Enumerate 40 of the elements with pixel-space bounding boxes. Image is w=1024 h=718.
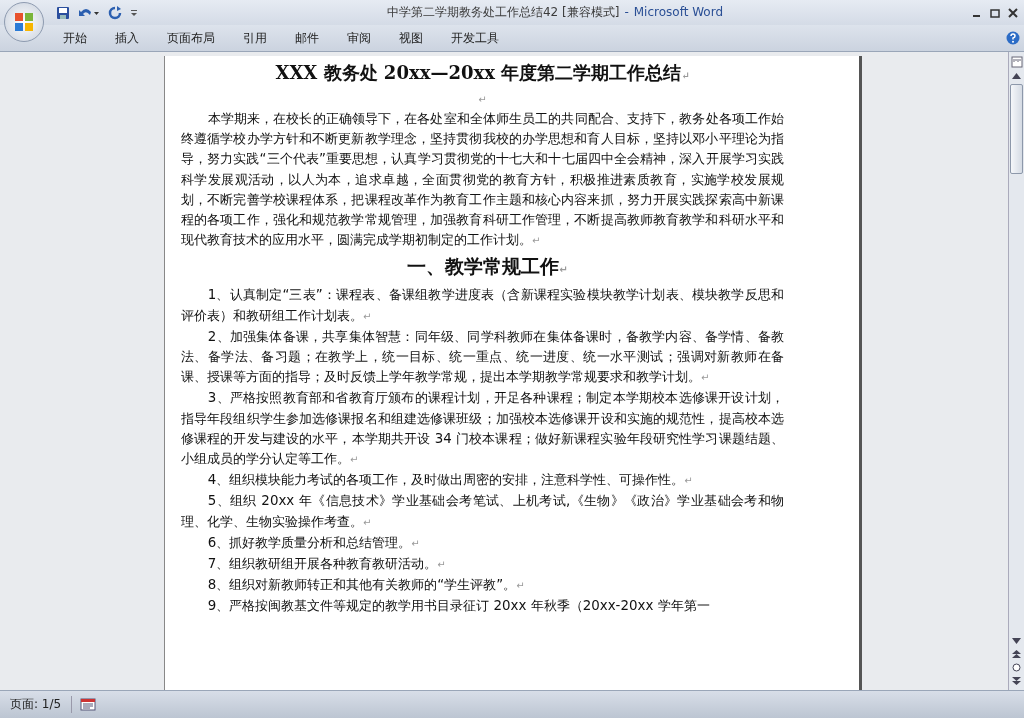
customize-icon[interactable]: [130, 8, 138, 17]
body-paragraph: 1、认真制定“三表”：课程表、备课组教学进度表（含新课程实验模块教学计划表、模块教学反思和评价表）和教研组工作计划表。↵: [181, 286, 784, 325]
redo-icon[interactable]: [108, 5, 122, 20]
ribbon-tab[interactable]: 插入: [104, 29, 150, 47]
office-logo-icon: [13, 11, 35, 33]
body-paragraph: 7、组织教研组开展各种教育教研活动。↵: [206, 555, 447, 574]
previous-page-icon[interactable]: [1012, 649, 1021, 658]
page-count[interactable]: 页面: 1/5: [0, 696, 73, 713]
ribbon-tab[interactable]: 开发工具: [440, 29, 510, 47]
ruler-icon[interactable]: [1010, 56, 1023, 68]
body-paragraph: 3、严格按照教育部和省教育厅颁布的课程计划，开足各种课程；制定本学期校本选修课开设计划，指导年段组织学生参加选修课报名和组建选修课班级；加强校本选修课开设和实施的规范性，提高校本选修课程的开发与建设的水平，本学期共开设 34 门校本课程；做好新课程实验年段研究性学习课题结题、小组成员的学分认定等工作。↵: [181, 389, 784, 469]
browse-object-icon[interactable]: [1012, 663, 1021, 672]
save-icon[interactable]: [56, 5, 70, 20]
office-button[interactable]: [4, 2, 44, 42]
body-paragraph: 6、抓好教学质量分析和总结管理。↵: [206, 533, 421, 552]
ribbon-tab[interactable]: 视图: [388, 29, 434, 47]
paragraph-mark: ↵: [478, 94, 487, 105]
body-paragraph: 5、组织 20xx 年《信息技术》学业基础会考笔试、上机考试,《生物》《政治》学业基础会考和物理、化学、生物实验操作考查。↵: [181, 492, 784, 531]
scroll-thumb[interactable]: [1010, 84, 1023, 174]
close-icon[interactable]: [1008, 7, 1018, 18]
window-title: 中学第二学期教务处工作总结42 [兼容模式] - Microsoft Word: [385, 4, 725, 21]
ribbon-tab[interactable]: 邮件: [284, 29, 330, 47]
body-paragraph: 2、加强集体备课，共享集体智慧：同年级、同学科教师在集体备课时，备教学内容、备学情、备教法、备学法、备习题；在教学上，统一目标、统一重点、统一进度、统一水平测试；强调对新教师在备课、授课等方面的指导；及时反馈上学年教学常规，提出本学期教学常规要求和教学计划。↵: [181, 327, 784, 387]
vertical-scrollbar[interactable]: [1008, 52, 1024, 690]
document-title: XXX 教务处 20xx—20xx 年度第二学期工作总结↵: [274, 61, 691, 85]
ribbon-tab[interactable]: 页面布局: [156, 29, 226, 47]
body-paragraph: 4、组织模块能力考试的各项工作，及时做出周密的安排，注意科学性、可操作性。↵: [206, 471, 694, 490]
next-page-icon[interactable]: [1012, 677, 1021, 686]
section-heading: 一、教学常规工作↵: [406, 254, 569, 280]
ribbon-tab[interactable]: 开始: [52, 29, 98, 47]
body-paragraph: 9、严格按闽教基文件等规定的教学用书目录征订 20xx 年秋季（20xx-20xx 学年第一: [206, 597, 711, 616]
ribbon-tab[interactable]: 引用: [232, 29, 278, 47]
help-icon[interactable]: [1006, 31, 1020, 45]
scroll-up-icon[interactable]: [1012, 73, 1021, 79]
body-paragraph: 8、组织对新教师转正和其他有关教师的“学生评教”。↵: [206, 576, 526, 595]
body-paragraph: 本学期来，在校长的正确领导下，在各处室和全体师生员工的共同配合、支持下，教务处各项工作始终遵循学校办学方针和不断更新教学理念，坚持贯彻我校的办学思想和育人目标，坚持以邓小平理论为指导，努力实践“三个代表”重要思想，认真学习贯彻党的十七大和十七届四中全会精神，深入开展学习实践科学发展观活动，以人为本，追求卓越，全面贯彻党的教育方针，积极推进素质教育，实施学校发展规划，不断完善学校课程体系，把课程改革作为教育工作主题和核心内容来抓，努力开展实践探索高中新课程的各项工作，强化和规范教学常规管理，加强教育科研工作管理，不断提高教师教育教学和科研水平和现代教育技术的应用水平，圆满完成学期初制定的工作计划。↵: [181, 110, 784, 250]
maximize-icon[interactable]: [990, 7, 1000, 18]
proofing-icon[interactable]: [80, 698, 97, 711]
ribbon-tab[interactable]: 审阅: [336, 29, 382, 47]
scroll-down-icon[interactable]: [1012, 638, 1021, 644]
